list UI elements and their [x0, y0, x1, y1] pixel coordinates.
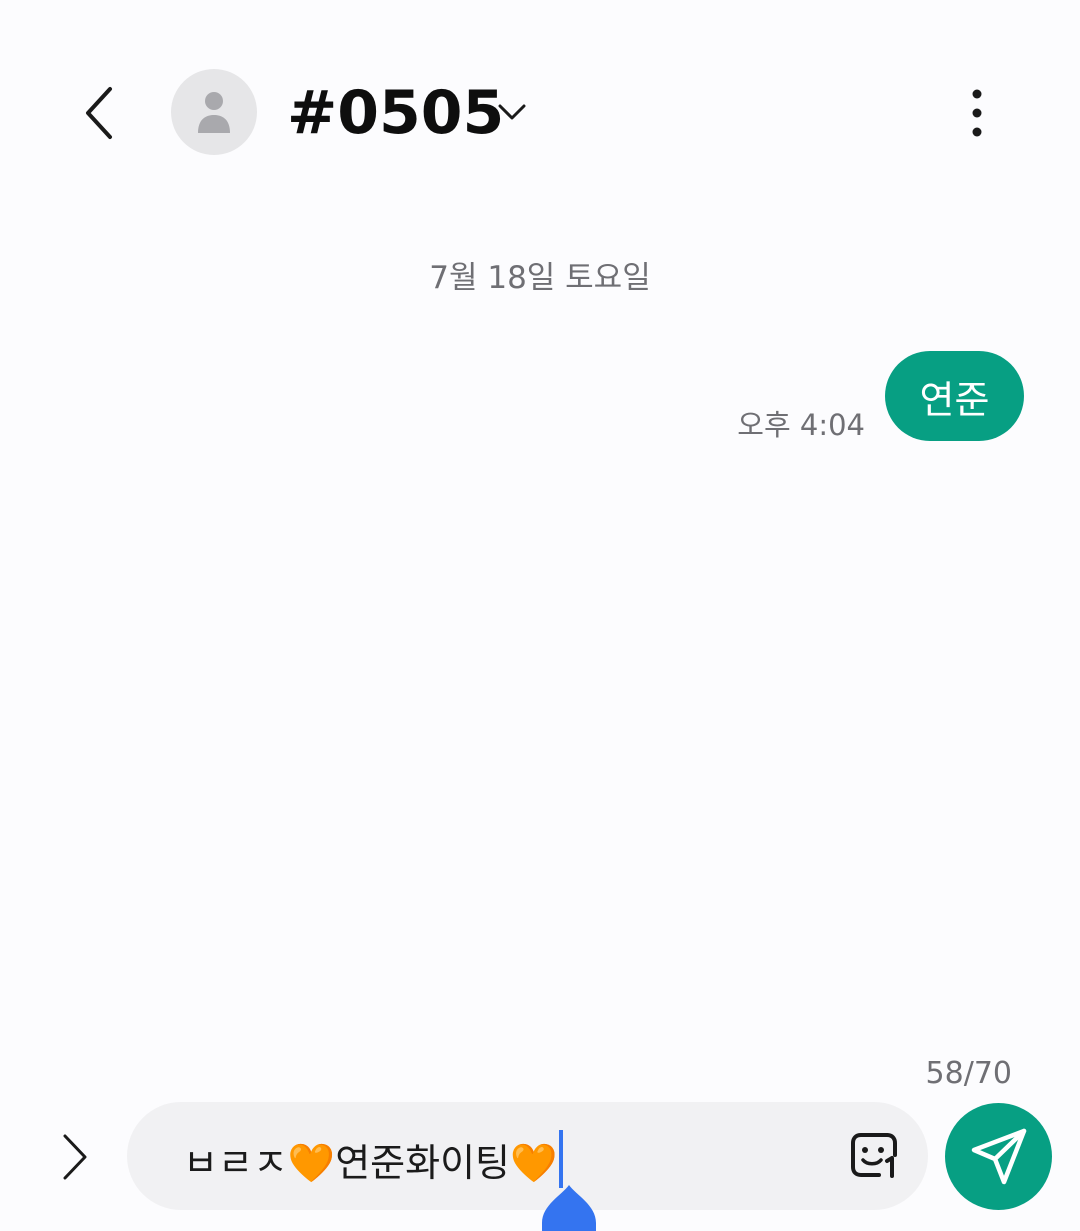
send-icon — [971, 1128, 1026, 1184]
sticker-icon — [851, 1133, 897, 1178]
date-separator: 7월 18일 토요일 — [429, 260, 651, 296]
message-timestamp: 오후 4:04 — [737, 408, 865, 442]
message-input[interactable]: ㅂㄹㅈ🧡연준화이팅🧡 — [127, 1102, 928, 1210]
outgoing-message-bubble[interactable]: 연준 — [885, 351, 1024, 441]
back-button[interactable] — [70, 78, 130, 148]
text-cursor — [559, 1130, 564, 1188]
person-icon — [198, 92, 230, 133]
chevron-right-icon — [63, 1134, 87, 1180]
message-input-field[interactable]: ㅂㄹㅈ🧡연준화이팅🧡 — [183, 1130, 564, 1189]
message-text: 연준 — [919, 377, 990, 422]
chevron-left-icon — [86, 87, 112, 139]
chevron-down-icon — [498, 104, 526, 120]
conversation-title[interactable]: #0505 — [287, 78, 504, 148]
send-button[interactable] — [945, 1103, 1052, 1210]
contact-dropdown-button[interactable] — [492, 92, 532, 132]
more-vertical-icon — [972, 89, 982, 137]
contact-avatar[interactable] — [171, 69, 257, 155]
text-cursor-handle[interactable] — [540, 1185, 598, 1231]
character-counter: 58/70 — [925, 1056, 1012, 1091]
emoji-sticker-button[interactable] — [846, 1126, 904, 1184]
expand-attachments-button[interactable] — [50, 1128, 100, 1186]
more-options-button[interactable] — [952, 83, 1002, 143]
message-input-value: ㅂㄹㅈ🧡연준화이팅🧡 — [183, 1141, 558, 1185]
